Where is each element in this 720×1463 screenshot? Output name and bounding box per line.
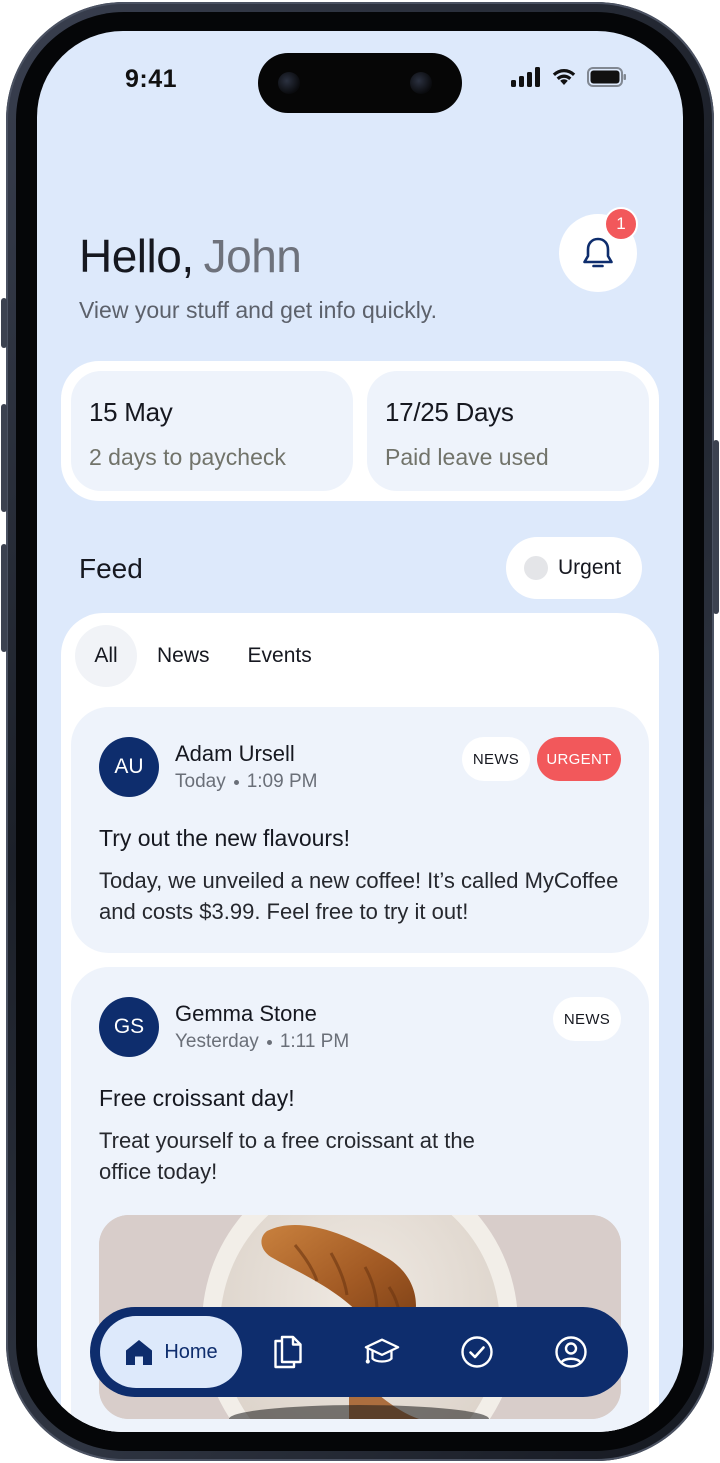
sensor-icon: [278, 72, 300, 94]
nav-tasks-button[interactable]: [459, 1334, 495, 1370]
avatar: GS: [99, 997, 159, 1057]
feed-post[interactable]: AU Adam Ursell Today 1:09 PM NEWS URGENT…: [71, 707, 649, 953]
nav-home-button[interactable]: Home: [100, 1316, 242, 1388]
paycheck-card[interactable]: 15 May 2 days to paycheck: [71, 371, 353, 491]
wifi-icon: [552, 69, 576, 85]
toggle-indicator: [524, 556, 548, 580]
signal-icon: [511, 67, 540, 87]
meta-separator: [233, 779, 239, 785]
power-button: [713, 440, 719, 614]
post-day: Yesterday: [175, 1031, 259, 1052]
notification-count-badge: 1: [604, 207, 638, 241]
user-name: John: [203, 230, 302, 282]
urgent-filter-label: Urgent: [558, 556, 622, 579]
bottom-navigation: Home: [90, 1307, 628, 1397]
post-meta: Yesterday 1:11 PM: [175, 1031, 349, 1053]
volume-up-button: [1, 404, 7, 512]
urgent-tag: URGENT: [537, 737, 621, 781]
status-icons: [511, 67, 627, 87]
feed-title: Feed: [79, 553, 143, 584]
leave-label: Paid leave used: [385, 444, 549, 470]
greeting-heading: Hello, John: [79, 229, 302, 283]
post-title: Free croissant day!: [99, 1085, 295, 1111]
summary-panel: 15 May 2 days to paycheck 17/25 Days Pai…: [61, 361, 659, 501]
post-body: Today, we unveiled a new coffee! It’s ca…: [99, 868, 619, 924]
documents-icon: [274, 1335, 302, 1369]
nav-profile-button[interactable]: [553, 1334, 589, 1370]
learning-icon: [364, 1338, 400, 1364]
post-day: Today: [175, 771, 226, 792]
nav-documents-button[interactable]: [270, 1334, 306, 1370]
tab-events[interactable]: Events: [230, 625, 330, 687]
greeting-subtitle: View your stuff and get info quickly.: [79, 297, 437, 323]
news-tag: NEWS: [462, 737, 530, 781]
nav-learning-button[interactable]: [364, 1334, 400, 1370]
paycheck-date: 15 May: [89, 397, 173, 427]
greeting-text: Hello,: [79, 230, 194, 282]
status-time: 9:41: [125, 65, 178, 93]
post-author: Adam Ursell: [175, 741, 295, 766]
post-meta: Today 1:09 PM: [175, 771, 317, 793]
tab-all[interactable]: All: [75, 625, 137, 687]
feed-tabs: All News Events: [75, 625, 330, 687]
home-icon: [126, 1340, 153, 1365]
camera-icon: [410, 72, 432, 94]
leave-card[interactable]: 17/25 Days Paid leave used: [367, 371, 649, 491]
post-time: 1:11 PM: [279, 1031, 350, 1052]
tasks-icon: [461, 1336, 493, 1368]
news-tag: NEWS: [553, 997, 621, 1041]
tab-news[interactable]: News: [139, 625, 228, 687]
post-time: 1:09 PM: [246, 771, 318, 792]
profile-icon: [555, 1336, 587, 1368]
avatar: AU: [99, 737, 159, 797]
paycheck-countdown: 2 days to paycheck: [89, 444, 286, 470]
post-body: Treat yourself to a free croissant at th…: [99, 1128, 475, 1184]
post-author: Gemma Stone: [175, 1001, 317, 1026]
mute-switch: [1, 298, 7, 348]
meta-separator: [266, 1039, 272, 1045]
urgent-filter-toggle[interactable]: Urgent: [506, 537, 642, 599]
app-screen: 9:41 Hello, John View your stuff and get …: [37, 31, 683, 1432]
nav-home-label: Home: [164, 1340, 218, 1363]
dynamic-island: [258, 53, 462, 113]
leave-days: 17/25 Days: [385, 397, 514, 427]
bell-icon: [583, 237, 613, 268]
volume-down-button: [1, 544, 7, 652]
battery-icon: [587, 67, 626, 87]
post-title: Try out the new flavours!: [99, 825, 350, 851]
